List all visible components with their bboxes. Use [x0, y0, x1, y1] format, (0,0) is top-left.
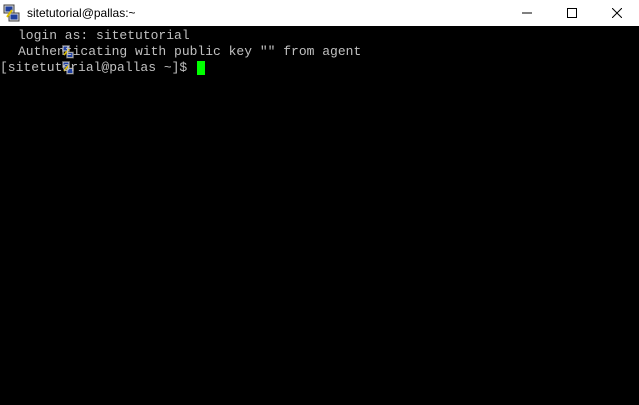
close-icon [611, 8, 622, 18]
terminal-area[interactable]: login as: sitetutorial Authenticating wi… [0, 26, 639, 405]
putty-small-icon [0, 45, 75, 75]
close-button[interactable] [594, 0, 639, 26]
title-bar[interactable]: sitetutorial@pallas:~ [0, 0, 639, 26]
putty-small-icon [0, 29, 75, 59]
window-title: sitetutorial@pallas:~ [27, 6, 136, 20]
shell-prompt: [sitetutorial@pallas ~]$ [0, 60, 196, 75]
text-cursor [197, 61, 206, 75]
window-controls [504, 0, 639, 26]
maximize-icon [566, 8, 577, 18]
putty-icon[interactable] [3, 4, 21, 22]
terminal-line: Authenticating with public key "" from a… [0, 44, 639, 75]
minimize-icon [521, 12, 532, 14]
terminal-prompt-line[interactable]: [sitetutorial@pallas ~]$ [0, 60, 639, 76]
putty-window: sitetutorial@pallas:~ login as: sitetuto… [0, 0, 639, 405]
terminal-line-text: login as: sitetutorial [18, 28, 190, 43]
maximize-button[interactable] [549, 0, 594, 26]
terminal-line-text: Authenticating with public key "" from a… [18, 44, 362, 59]
terminal-line: login as: sitetutorial [0, 28, 639, 59]
minimize-button[interactable] [504, 0, 549, 26]
